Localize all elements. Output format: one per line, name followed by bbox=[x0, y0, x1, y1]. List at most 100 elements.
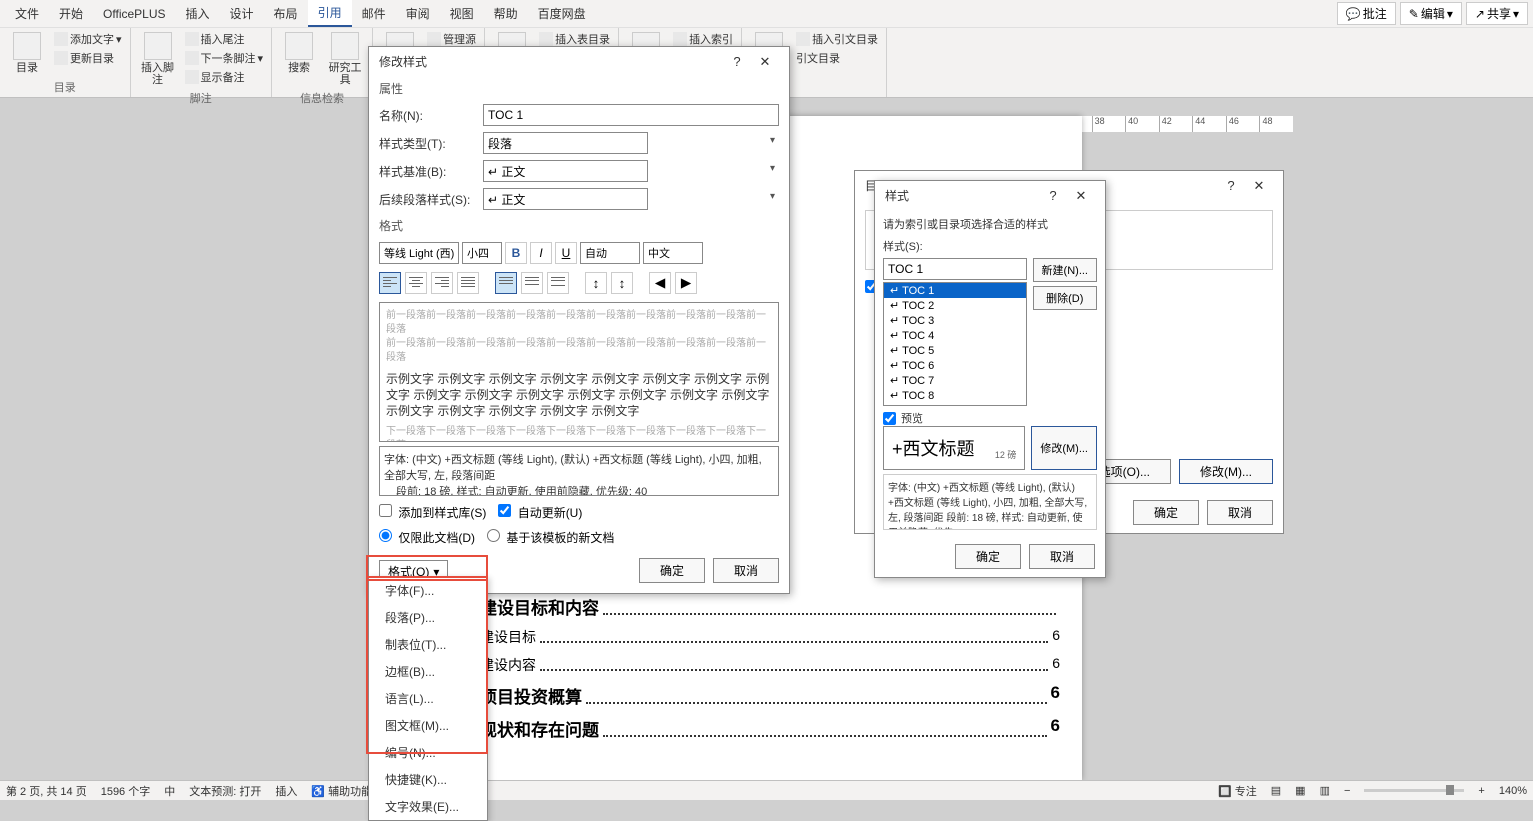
status-insert[interactable]: 插入 bbox=[275, 783, 297, 799]
format-menu-item[interactable]: 边框(B)... bbox=[369, 658, 487, 685]
style-item[interactable]: ↵ TOC 9 bbox=[884, 403, 1026, 406]
preview-checkbox[interactable] bbox=[883, 412, 896, 425]
status-words[interactable]: 1596 个字 bbox=[101, 783, 151, 799]
template-radio[interactable]: 基于该模板的新文档 bbox=[487, 529, 614, 546]
toc-line[interactable]: 建设目标和内容 bbox=[440, 594, 1060, 619]
style-list[interactable]: ↵ TOC 1↵ TOC 2↵ TOC 3↵ TOC 4↵ TOC 5↵ TOC… bbox=[883, 282, 1027, 406]
spacing-15-button[interactable] bbox=[521, 272, 543, 294]
add-text-button[interactable]: 添加文字 ▾ bbox=[52, 30, 124, 48]
menu-view[interactable]: 视图 bbox=[440, 1, 484, 26]
zoom-in-button[interactable]: + bbox=[1478, 785, 1484, 797]
toc-line[interactable]: 5.2建设内容6 bbox=[440, 655, 1060, 675]
space-before-inc-button[interactable]: ↕ bbox=[585, 272, 607, 294]
style-help-icon[interactable]: ? bbox=[1039, 188, 1067, 203]
indent-dec-button[interactable]: ◀ bbox=[649, 272, 671, 294]
show-notes-button[interactable]: 显示备注 bbox=[183, 68, 266, 86]
style-item[interactable]: ↵ TOC 6 bbox=[884, 358, 1026, 373]
next-footnote-button[interactable]: 下一条脚注 ▾ bbox=[183, 49, 266, 67]
style-name-input[interactable] bbox=[483, 104, 779, 126]
format-menu-item[interactable]: 字体(F)... bbox=[369, 577, 487, 604]
update-toc-button[interactable]: 更新目录 bbox=[52, 49, 124, 67]
italic-button[interactable]: I bbox=[530, 242, 552, 264]
zoom-level[interactable]: 140% bbox=[1499, 785, 1527, 797]
style-item[interactable]: ↵ TOC 8 bbox=[884, 388, 1026, 403]
format-menu-item[interactable]: 段落(P)... bbox=[369, 604, 487, 631]
spacing-1-button[interactable] bbox=[495, 272, 517, 294]
status-focus[interactable]: 🔲 专注 bbox=[1218, 783, 1257, 799]
insert-endnote-button[interactable]: 插入尾注 bbox=[183, 30, 266, 48]
menu-design[interactable]: 设计 bbox=[220, 1, 264, 26]
zoom-out-button[interactable]: − bbox=[1344, 785, 1350, 797]
menu-layout[interactable]: 布局 bbox=[264, 1, 308, 26]
menu-mail[interactable]: 邮件 bbox=[352, 1, 396, 26]
style-base-select[interactable] bbox=[483, 160, 648, 182]
menu-baidu[interactable]: 百度网盘 bbox=[528, 1, 596, 26]
view-print-icon[interactable]: ▦ bbox=[1295, 784, 1305, 797]
auto-update-checkbox[interactable]: 自动更新(U) bbox=[498, 504, 582, 521]
font-family-select[interactable] bbox=[379, 242, 459, 264]
spacing-2-button[interactable] bbox=[547, 272, 569, 294]
modify-help-icon[interactable]: ? bbox=[723, 54, 751, 69]
edit-button[interactable]: ✎ 编辑 ▾ bbox=[1400, 2, 1462, 25]
style-item[interactable]: ↵ TOC 1 bbox=[884, 283, 1026, 298]
align-left-button[interactable] bbox=[379, 272, 401, 294]
share-button[interactable]: ↗ 共享 ▾ bbox=[1466, 2, 1528, 25]
status-page[interactable]: 第 2 页, 共 14 页 bbox=[6, 783, 87, 799]
align-right-button[interactable] bbox=[431, 272, 453, 294]
style-modify-button[interactable]: 修改(M)... bbox=[1031, 426, 1097, 470]
insert-footnote-button[interactable]: 插入脚注 bbox=[137, 30, 179, 88]
menu-references[interactable]: 引用 bbox=[308, 0, 352, 27]
align-center-button[interactable] bbox=[405, 272, 427, 294]
modify-cancel-button[interactable]: 取消 bbox=[713, 558, 779, 583]
modify-close-icon[interactable]: ✕ bbox=[751, 54, 779, 70]
indent-inc-button[interactable]: ▶ bbox=[675, 272, 697, 294]
add-to-lib-checkbox[interactable]: 添加到样式库(S) bbox=[379, 504, 486, 521]
style-delete-button[interactable]: 删除(D) bbox=[1033, 286, 1097, 310]
researcher-button[interactable]: 研究工具 bbox=[324, 30, 366, 88]
toc-help-icon[interactable]: ? bbox=[1217, 178, 1245, 193]
style-item[interactable]: ↵ TOC 3 bbox=[884, 313, 1026, 328]
view-read-icon[interactable]: ▤ bbox=[1271, 784, 1281, 797]
menu-help[interactable]: 帮助 bbox=[484, 1, 528, 26]
style-next-select[interactable] bbox=[483, 188, 648, 210]
space-before-dec-button[interactable]: ↕ bbox=[611, 272, 633, 294]
format-menu-item[interactable]: 语言(L)... bbox=[369, 685, 487, 712]
toc-button[interactable]: 目录 bbox=[6, 30, 48, 76]
format-menu-item[interactable]: 制表位(T)... bbox=[369, 631, 487, 658]
toc-cancel-button[interactable]: 取消 bbox=[1207, 500, 1273, 525]
style-item[interactable]: ↵ TOC 4 bbox=[884, 328, 1026, 343]
modify-ok-button[interactable]: 确定 bbox=[639, 558, 705, 583]
menu-file[interactable]: 文件 bbox=[5, 1, 49, 26]
comments-button[interactable]: 💬 批注 bbox=[1337, 2, 1396, 25]
style-current-input[interactable] bbox=[883, 258, 1027, 280]
zoom-slider[interactable] bbox=[1364, 789, 1464, 792]
status-text-predict[interactable]: 文本预测: 打开 bbox=[189, 783, 261, 799]
insert-toa-button[interactable]: 插入引文目录 bbox=[794, 30, 880, 48]
only-doc-radio[interactable]: 仅限此文档(D) bbox=[379, 529, 475, 546]
document-content[interactable]: 建设目标和内容 5.1建设目标6 5.2建设内容6 项目投资概算6 2现状和存在问题6 bbox=[440, 586, 1060, 749]
menu-home[interactable]: 开始 bbox=[49, 1, 93, 26]
format-menu-item[interactable]: 快捷键(K)... bbox=[369, 766, 487, 793]
format-menu-item[interactable]: 图文框(M)... bbox=[369, 712, 487, 739]
toc-close-icon[interactable]: ✕ bbox=[1245, 178, 1273, 194]
toc-line[interactable]: 2现状和存在问题6 bbox=[440, 716, 1060, 741]
toc-ok-button[interactable]: 确定 bbox=[1133, 500, 1199, 525]
menu-review[interactable]: 审阅 bbox=[396, 1, 440, 26]
menu-officeplus[interactable]: OfficePLUS bbox=[93, 3, 175, 25]
format-menu-item[interactable]: 编号(N)... bbox=[369, 739, 487, 766]
style-cancel-button[interactable]: 取消 bbox=[1029, 544, 1095, 569]
toc-line[interactable]: 项目投资概算6 bbox=[440, 683, 1060, 708]
style-item[interactable]: ↵ TOC 2 bbox=[884, 298, 1026, 313]
style-item[interactable]: ↵ TOC 7 bbox=[884, 373, 1026, 388]
style-type-select[interactable] bbox=[483, 132, 648, 154]
menu-insert[interactable]: 插入 bbox=[176, 1, 220, 26]
font-lang-select[interactable] bbox=[643, 242, 703, 264]
toc-line[interactable]: 5.1建设目标6 bbox=[440, 627, 1060, 647]
align-justify-button[interactable] bbox=[457, 272, 479, 294]
style-new-button[interactable]: 新建(N)... bbox=[1033, 258, 1097, 282]
font-size-select[interactable] bbox=[462, 242, 502, 264]
view-web-icon[interactable]: ▥ bbox=[1320, 784, 1330, 797]
style-ok-button[interactable]: 确定 bbox=[955, 544, 1021, 569]
underline-button[interactable]: U bbox=[555, 242, 577, 264]
status-lang[interactable]: 中 bbox=[164, 783, 175, 799]
